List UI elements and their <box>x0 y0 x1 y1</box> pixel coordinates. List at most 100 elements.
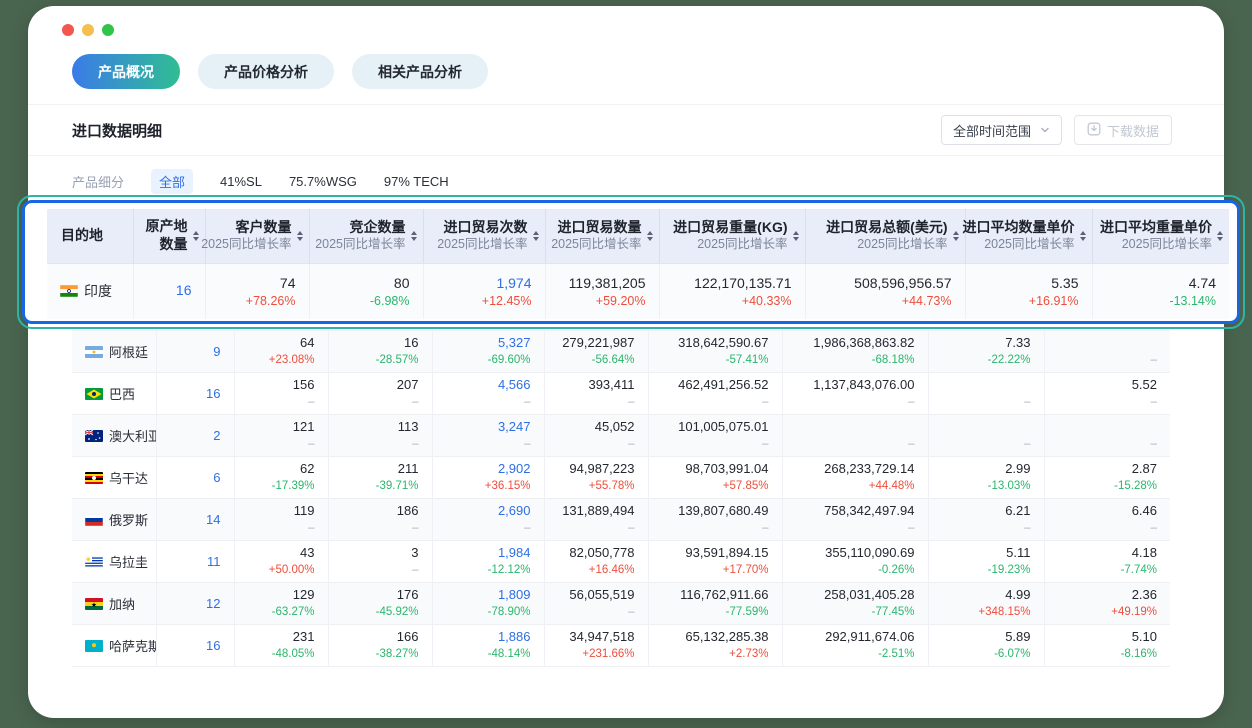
cell-value[interactable]: 1,809 <box>433 587 531 604</box>
table-row: 乌干达662-17.39%211-39.71%2,902+36.15%94,98… <box>72 457 1170 499</box>
cell-destination: 乌干达 <box>72 457 156 499</box>
cell-trade-weight-kg: 101,005,075.01– <box>648 415 782 457</box>
divider <box>28 155 1224 156</box>
country-label: 澳大利亚 <box>109 429 156 444</box>
column-header-competitor-count: 竞企数量2025同比增长率 <box>309 209 423 263</box>
sort-button[interactable] <box>1080 231 1086 241</box>
cell-growth-rate: -68.18% <box>783 353 915 368</box>
cell-trade-total-usd: 292,911,674.06-2.51% <box>782 625 928 667</box>
origin-count-link[interactable]: 11 <box>207 554 221 569</box>
cell-growth-rate: +36.15% <box>433 479 531 494</box>
origin-count-link[interactable]: 16 <box>206 638 220 653</box>
origin-count-link[interactable]: 14 <box>206 512 220 527</box>
column-subtitle: 2025同比增长率 <box>697 237 787 253</box>
sort-asc-icon <box>953 231 959 235</box>
cell-origin-count: 16 <box>156 625 234 667</box>
sort-button[interactable] <box>793 231 799 241</box>
filter-option-all[interactable]: 全部 <box>151 169 193 194</box>
cell-growth-rate: – <box>783 437 915 452</box>
cell-trade-quantity: 56,055,519– <box>544 583 648 625</box>
cell-value: 462,491,256.52 <box>649 377 769 394</box>
cell-growth-rate: – <box>433 395 531 410</box>
cell-value[interactable]: 1,974 <box>424 274 532 292</box>
filter-option-sl[interactable]: 41%SL <box>220 174 262 189</box>
cell-value[interactable]: 2,902 <box>433 461 531 478</box>
cell-value: 65,132,285.38 <box>649 629 769 646</box>
cell-value[interactable]: 1,886 <box>433 629 531 646</box>
cell-trade-quantity: 279,221,987-56.64% <box>544 331 648 373</box>
table-row: 澳大利亚2121–113–3,247–45,052–101,005,075.01… <box>72 415 1170 457</box>
cell-destination: 印度 <box>47 263 133 319</box>
origin-count-link[interactable]: 16 <box>176 282 192 298</box>
cell-trade-weight-kg: 93,591,894.15+17.70% <box>648 541 782 583</box>
cell-trade-count: 1,984-12.12% <box>432 541 544 583</box>
cell-trade-weight-kg: 122,170,135.71+40.33% <box>659 263 805 319</box>
cell-origin-count: 11 <box>156 541 234 583</box>
tab-product-overview[interactable]: 产品概况 <box>72 54 180 89</box>
cell-value: 119,381,205 <box>546 274 646 292</box>
cell-growth-rate: -19.23% <box>929 563 1031 578</box>
cell-avg-weight-price: 5.10-8.16% <box>1044 625 1170 667</box>
time-range-select[interactable]: 全部时间范围 <box>941 115 1062 145</box>
cell-trade-total-usd: 758,342,497.94– <box>782 499 928 541</box>
sort-button[interactable] <box>647 231 653 241</box>
column-subtitle: 2025同比增长率 <box>1122 237 1212 253</box>
country-label: 印度 <box>84 283 112 299</box>
sort-button[interactable] <box>1217 231 1223 241</box>
cell-customer-count: 74+78.26% <box>205 263 309 319</box>
import-data-table: 阿根廷964+23.08%16-28.57%5,327-69.60%279,22… <box>72 330 1170 667</box>
cell-value[interactable]: 3,247 <box>433 419 531 436</box>
cell-value: 56,055,519 <box>545 587 635 604</box>
cell-value: 207 <box>329 377 419 394</box>
cell-value[interactable]: 5,327 <box>433 335 531 352</box>
ug-flag-icon <box>85 472 103 484</box>
cell-growth-rate: +57.85% <box>649 479 769 494</box>
sort-button[interactable] <box>411 231 417 241</box>
tab-related-product-analysis[interactable]: 相关产品分析 <box>352 54 488 89</box>
header-row: 目的地原产地数量客户数量2025同比增长率竞企数量2025同比增长率进口贸易次数… <box>47 209 1229 263</box>
cell-value: 186 <box>329 503 419 520</box>
sort-button[interactable] <box>193 231 199 241</box>
cell-origin-count: 6 <box>156 457 234 499</box>
sort-button[interactable] <box>297 231 303 241</box>
cell-value[interactable]: 4,566 <box>433 377 531 394</box>
close-window-button[interactable] <box>62 24 74 36</box>
column-title: 进口平均重量单价 <box>1100 219 1212 237</box>
cell-avg-quantity-price: 5.89-6.07% <box>928 625 1044 667</box>
sort-button[interactable] <box>953 231 959 241</box>
origin-count-link[interactable]: 16 <box>206 386 220 401</box>
column-subtitle: 2025同比增长率 <box>984 237 1074 253</box>
minimize-window-button[interactable] <box>82 24 94 36</box>
cell-growth-rate: – <box>649 437 769 452</box>
cell-value[interactable]: 1,984 <box>433 545 531 562</box>
cell-destination: 加纳 <box>72 583 156 625</box>
filter-option-wsg[interactable]: 75.7%WSG <box>289 174 357 189</box>
cell-origin-count: 16 <box>133 263 205 319</box>
cell-growth-rate: – <box>929 521 1031 536</box>
origin-count-link[interactable]: 9 <box>213 344 220 359</box>
cell-competitor-count: 186– <box>328 499 432 541</box>
column-title: 进口贸易总额(美元) <box>826 219 947 237</box>
maximize-window-button[interactable] <box>102 24 114 36</box>
origin-count-link[interactable]: 6 <box>213 470 220 485</box>
cell-origin-count: 16 <box>156 373 234 415</box>
column-header-origin-count: 原产地数量 <box>133 209 205 263</box>
cell-value: 139,807,680.49 <box>649 503 769 520</box>
cell-growth-rate: -45.92% <box>329 605 419 620</box>
sort-button[interactable] <box>533 231 539 241</box>
cell-growth-rate: – <box>1045 395 1158 410</box>
origin-count-link[interactable]: 2 <box>213 428 220 443</box>
cell-competitor-count: 80-6.98% <box>309 263 423 319</box>
filter-option-tech[interactable]: 97% TECH <box>384 174 449 189</box>
highlighted-header-and-india-row: 目的地原产地数量客户数量2025同比增长率竞企数量2025同比增长率进口贸易次数… <box>47 209 1229 319</box>
download-data-button[interactable]: 下载数据 <box>1074 115 1172 145</box>
cell-customer-count: 156– <box>234 373 328 415</box>
cell-trade-weight-kg: 139,807,680.49– <box>648 499 782 541</box>
cell-growth-rate: -69.60% <box>433 353 531 368</box>
origin-count-link[interactable]: 12 <box>206 596 220 611</box>
cell-value[interactable]: 2,690 <box>433 503 531 520</box>
tab-product-price-analysis[interactable]: 产品价格分析 <box>198 54 334 89</box>
country-label: 哈萨克斯坦 <box>109 639 156 654</box>
cell-growth-rate: – <box>545 395 635 410</box>
cell-trade-quantity: 119,381,205+59.20% <box>545 263 659 319</box>
